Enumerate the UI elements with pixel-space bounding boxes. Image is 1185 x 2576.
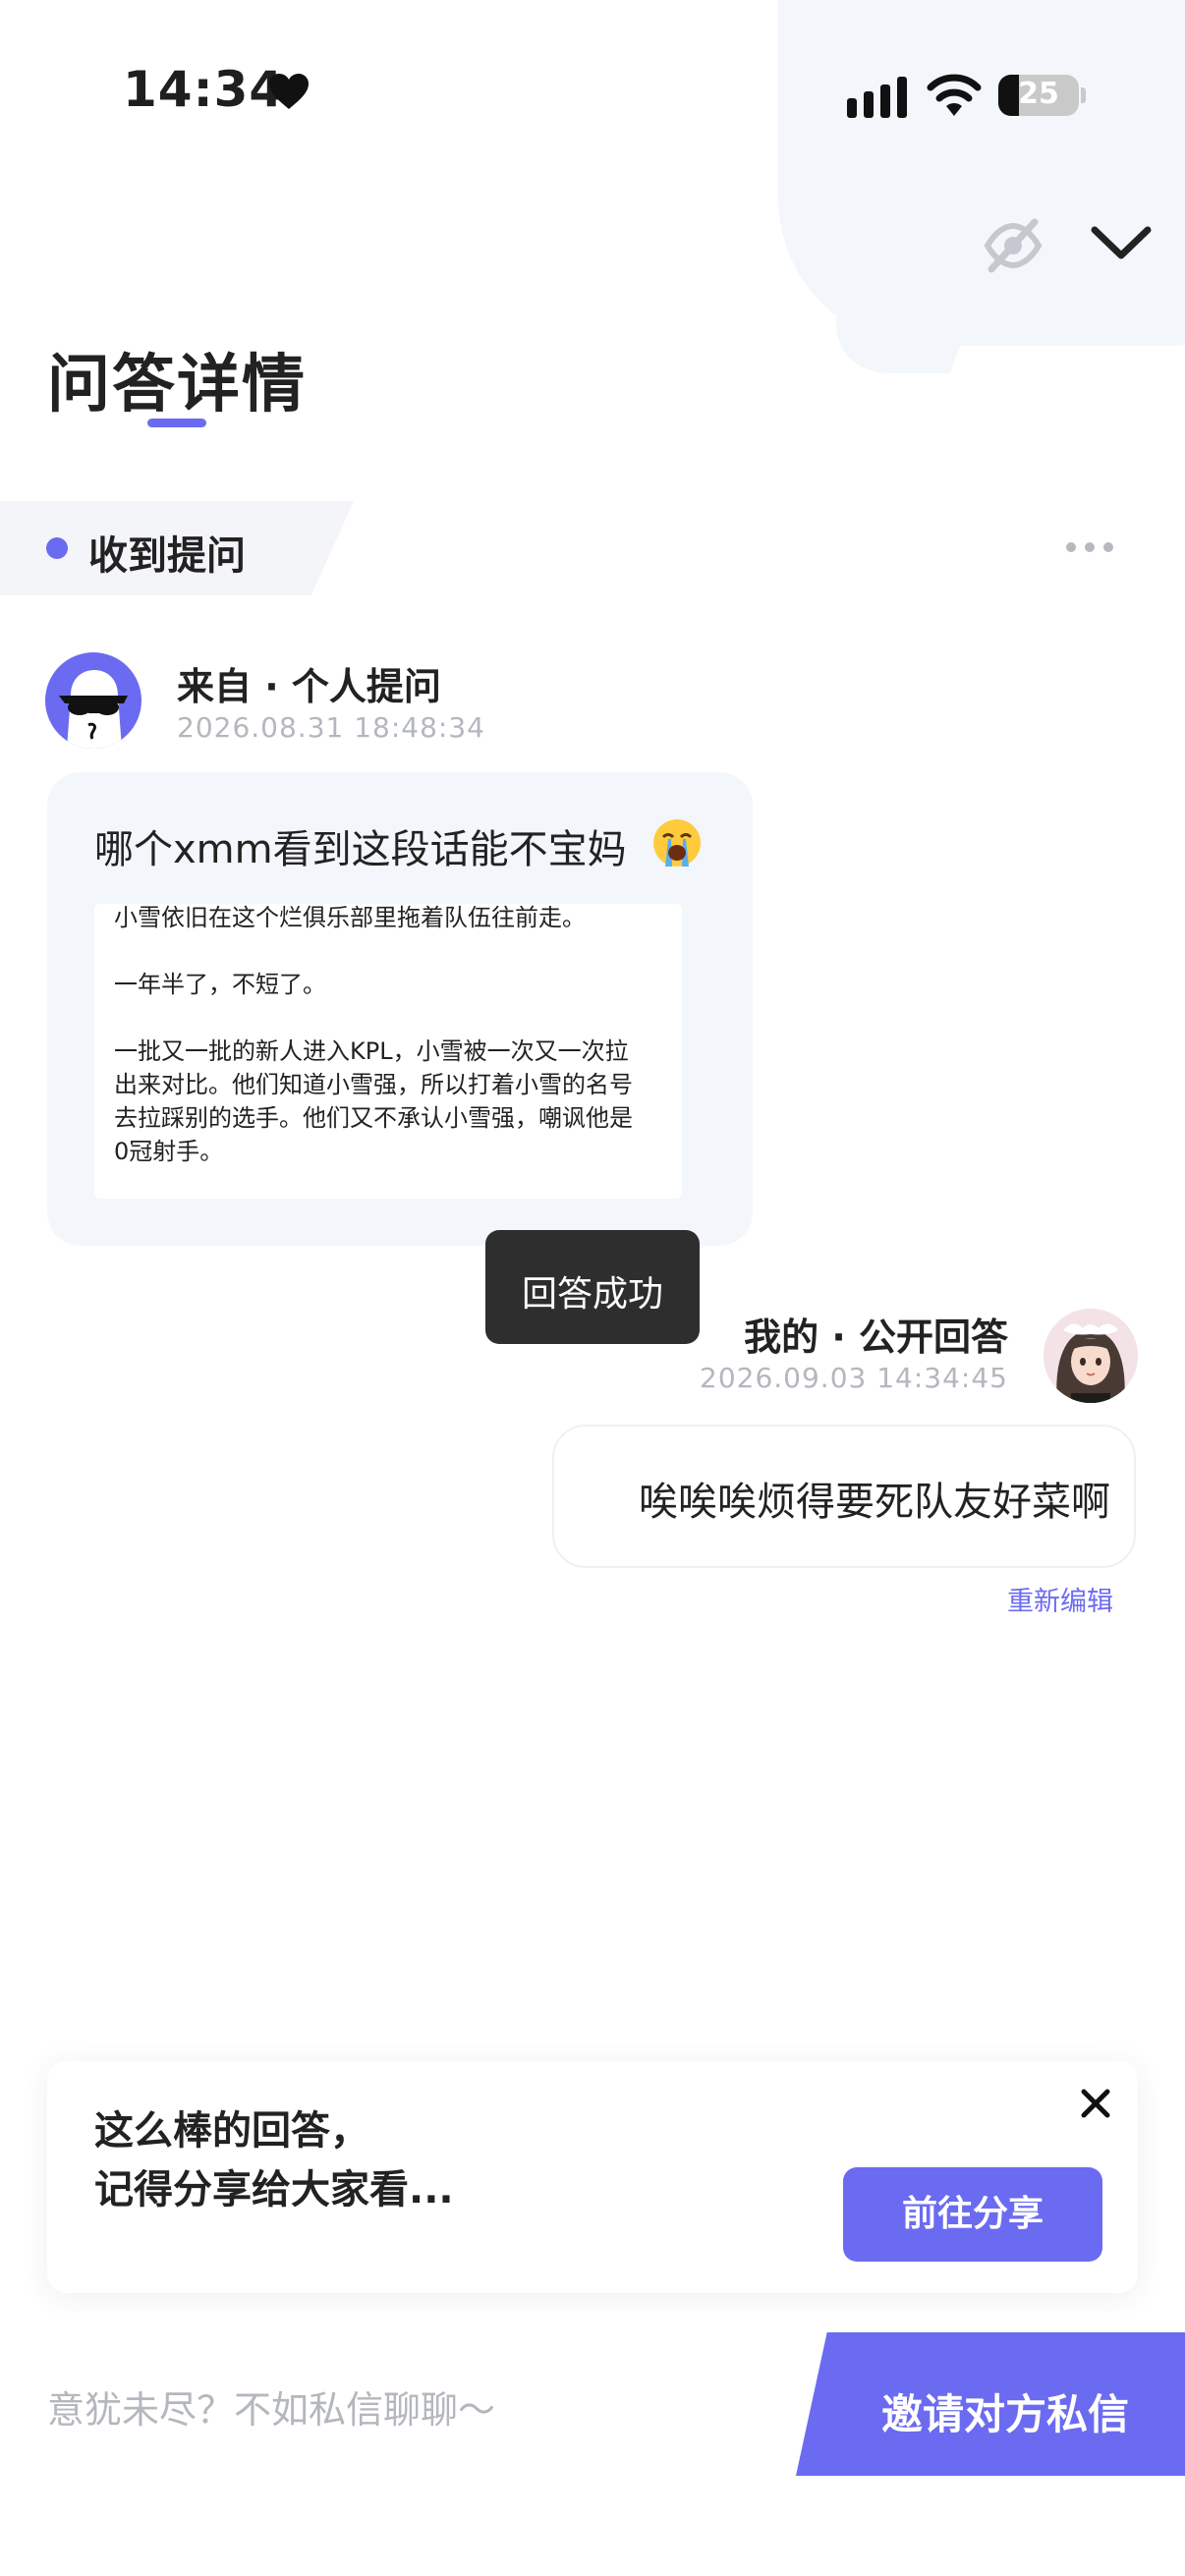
- invite-message-button[interactable]: 邀请对方私信: [796, 2332, 1185, 2476]
- answer-text: 唉唉唉烦得要死队友好菜啊: [639, 1480, 1110, 1525]
- title-underline: [147, 419, 206, 427]
- heart-icon: [269, 74, 309, 109]
- quote-line: 去拉踩别的选手。他们又不承认小雪强，嘲讽他是: [114, 1104, 633, 1132]
- quote-line: 小雪依旧在这个烂俱乐部里拖着队伍往前走。: [114, 904, 586, 931]
- quote-line: 出来对比。他们知道小雪强，所以打着小雪的名号: [114, 1071, 633, 1098]
- page-title: 问答详情: [47, 349, 307, 421]
- quote-line: 0冠射手。: [114, 1138, 224, 1165]
- asker-timestamp: 2026.08.31 18:48:34: [177, 711, 485, 744]
- anonymous-avatar-icon: [59, 670, 128, 749]
- invite-message-label: 邀请对方私信: [880, 2390, 1129, 2438]
- answerer-name: 我的 · 公开回答: [744, 1316, 1008, 1359]
- user-photo-avatar-icon: [1044, 1309, 1138, 1403]
- cellular-signal-icon: [847, 77, 907, 118]
- section-dot: [46, 537, 68, 559]
- go-share-button[interactable]: 前往分享: [843, 2167, 1102, 2262]
- answer-timestamp: 2026.09.03 14:34:45: [700, 1362, 1008, 1394]
- battery-level: 25: [1018, 77, 1059, 111]
- battery-nub: [1081, 87, 1086, 103]
- eye-off-icon[interactable]: [982, 216, 1044, 275]
- share-prompt-line2: 记得分享给大家看...: [94, 2167, 454, 2212]
- asker-name: 来自 · 个人提问: [177, 665, 441, 708]
- close-icon[interactable]: [1079, 2087, 1112, 2120]
- asker-avatar: [45, 652, 141, 749]
- section-label: 收到提问: [88, 533, 246, 579]
- question-text: 哪个xmm看到这段话能不宝妈: [94, 827, 627, 872]
- reedit-link[interactable]: 重新编辑: [1007, 1580, 1113, 1618]
- quote-line: 一年半了，不短了。: [114, 971, 326, 998]
- chevron-down-icon[interactable]: [1089, 222, 1154, 265]
- bottom-hint: 意犹未尽？不如私信聊聊～: [47, 2388, 496, 2432]
- quote-line: 一批又一批的新人进入KPL，小雪被一次又一次拉: [114, 1037, 629, 1065]
- loudly-crying-emoji-icon: [653, 819, 701, 867]
- toast-text: 回答成功: [521, 1274, 663, 1315]
- answerer-avatar: [1044, 1309, 1138, 1403]
- more-dots-icon[interactable]: [1066, 538, 1113, 556]
- quoted-text-image: 小雪依旧在这个烂俱乐部里拖着队伍往前走。 一年半了，不短了。 一批又一批的新人进…: [94, 904, 682, 1199]
- success-toast: 回答成功: [485, 1230, 700, 1344]
- share-prompt-line1: 这么棒的回答，: [94, 2108, 369, 2154]
- header-decoration: [778, 0, 1185, 346]
- wifi-icon: [927, 74, 982, 116]
- status-time: 14:34: [123, 61, 285, 118]
- battery-indicator: 25: [998, 75, 1079, 116]
